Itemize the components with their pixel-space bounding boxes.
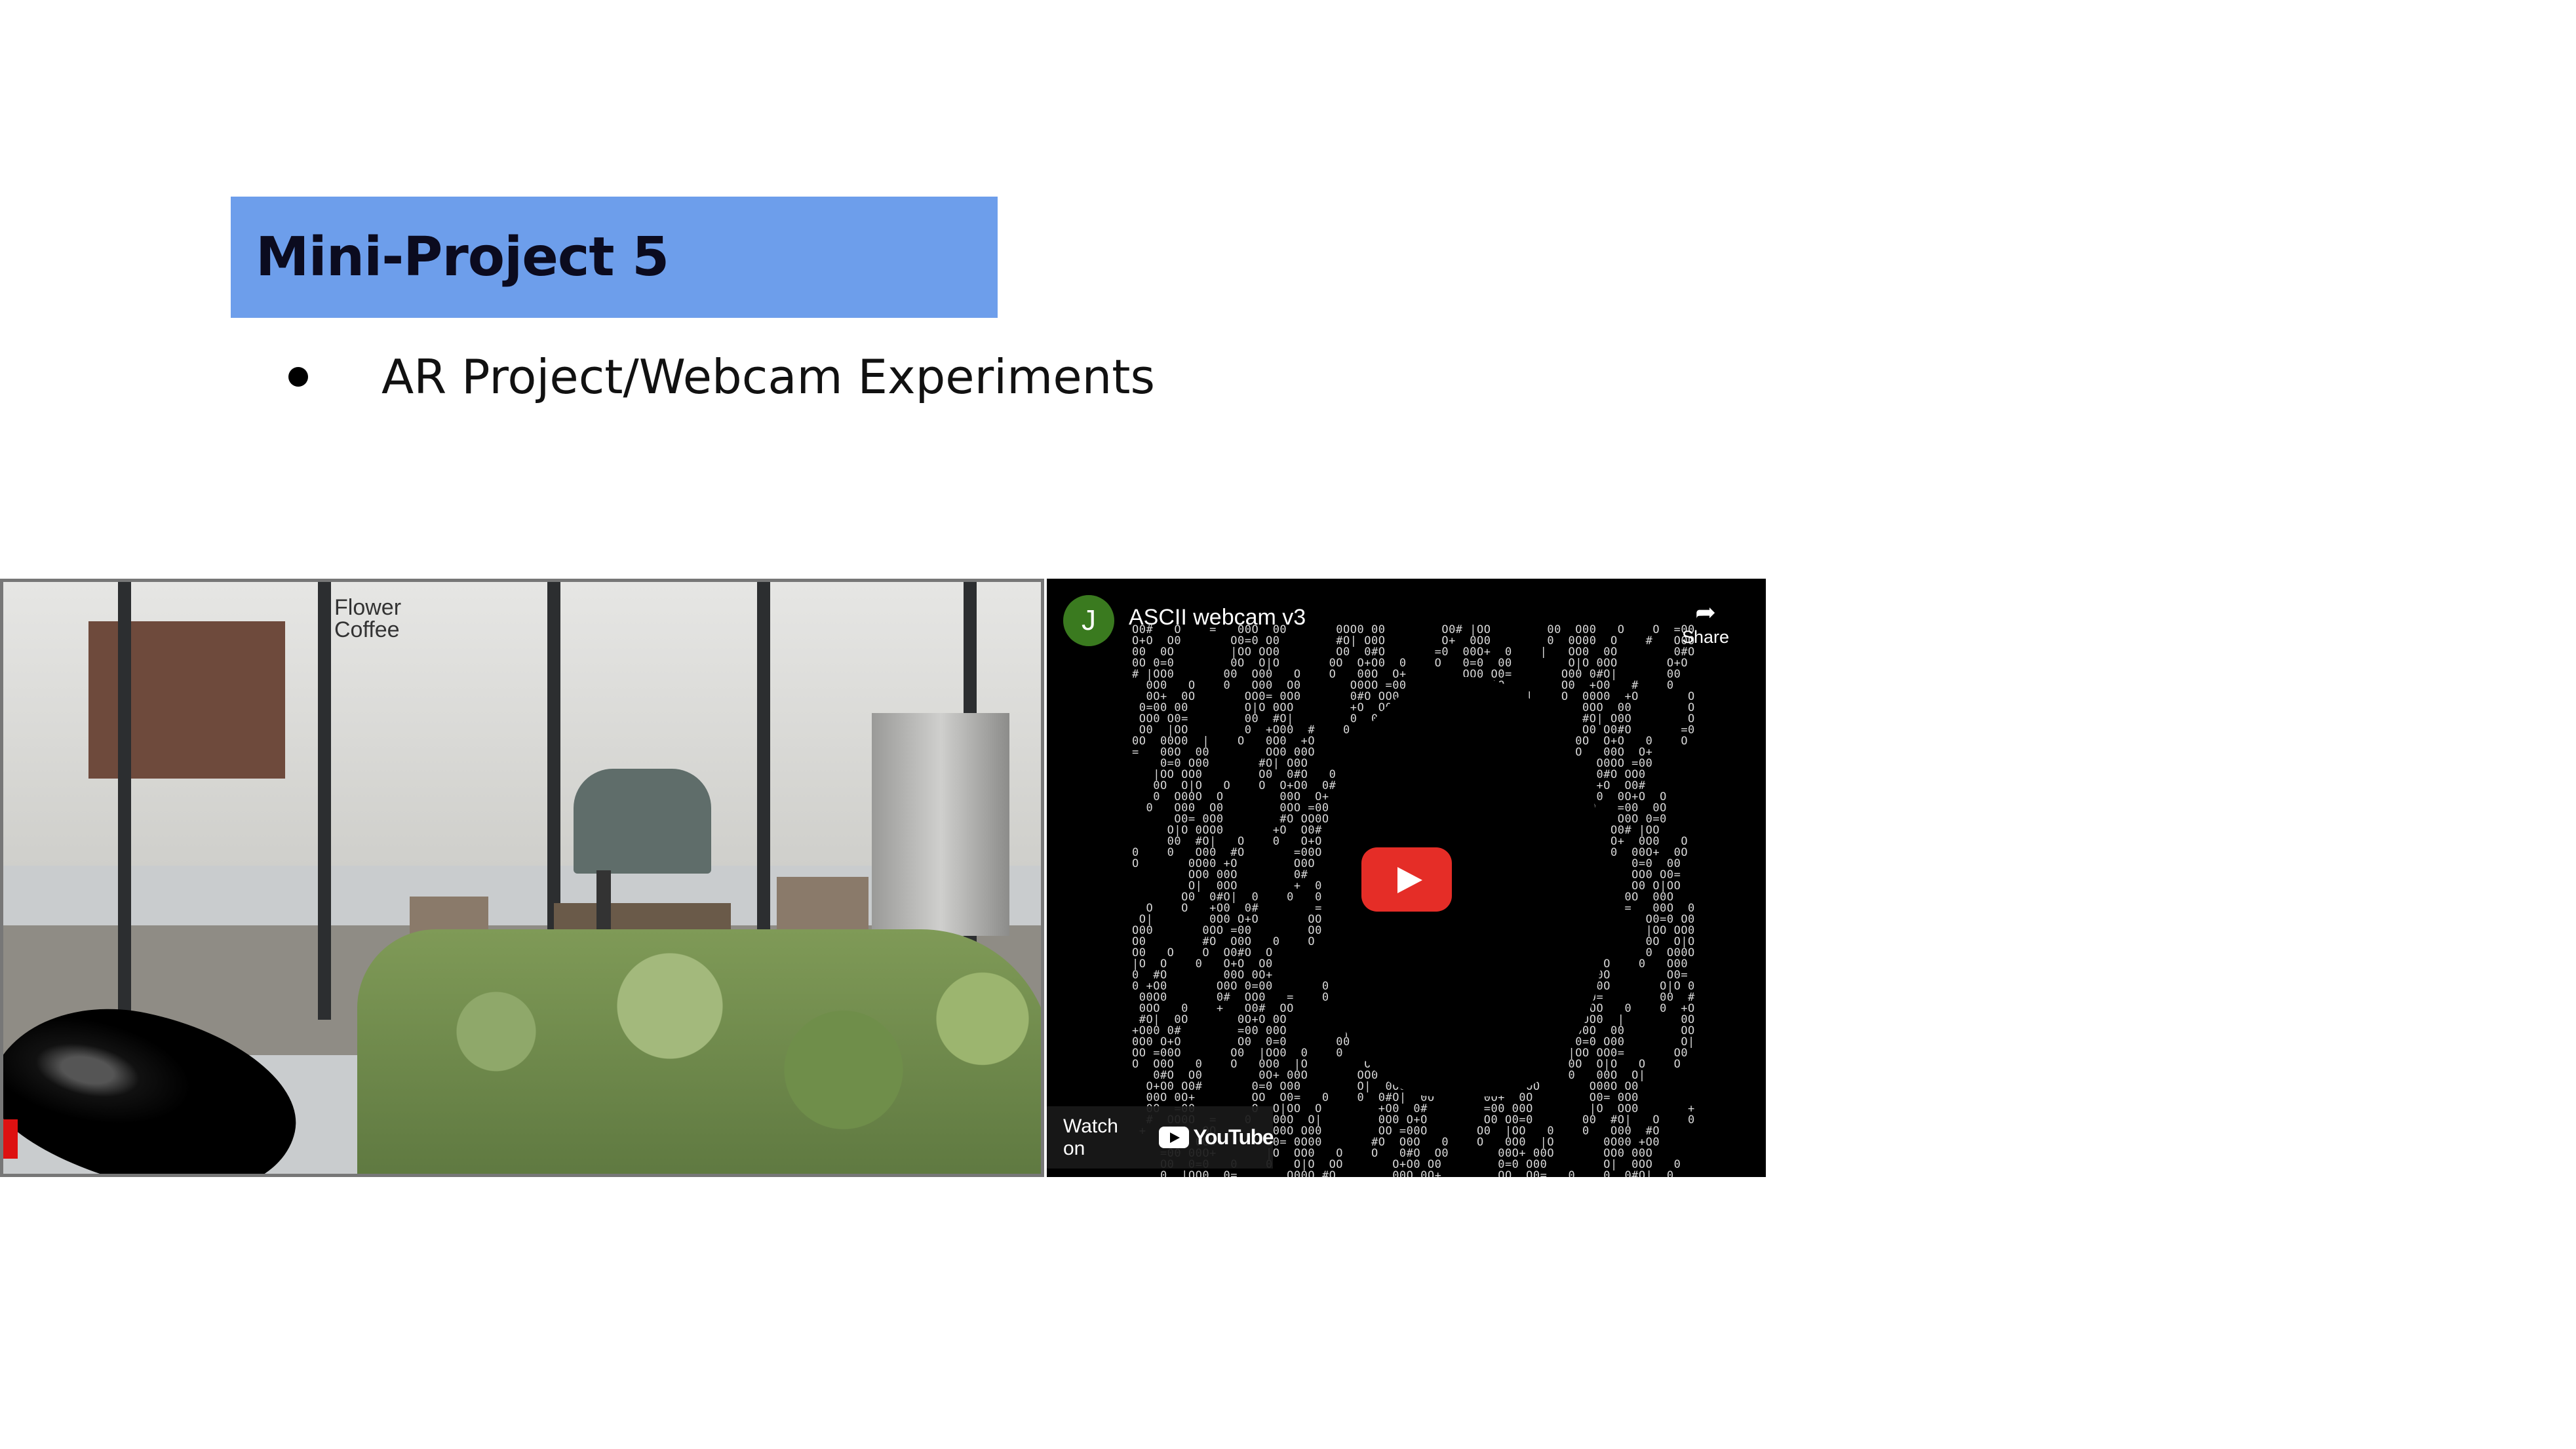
youtube-embed[interactable]: O0# O = 00O 00 0OO0 00 O0# |OO 00 O00 O … — [1047, 579, 1766, 1177]
slide-title-box: Mini-Project 5 — [231, 197, 998, 318]
share-label: Share — [1681, 627, 1730, 647]
channel-avatar[interactable]: J — [1063, 595, 1114, 646]
patio-table — [554, 903, 731, 929]
ar-project-image: Flower Coffee — [0, 579, 1044, 1177]
bullet-item: AR Project/Webcam Experiments — [288, 341, 1155, 413]
play-button[interactable] — [1361, 847, 1452, 912]
watch-on-youtube-button[interactable]: Watch on YouTube — [1047, 1106, 1274, 1169]
garden-plants — [357, 929, 1041, 1174]
slide-title: Mini-Project 5 — [256, 226, 669, 288]
bullet-text: AR Project/Webcam Experiments — [381, 349, 1155, 404]
share-icon: ➦ — [1695, 599, 1716, 627]
cafe-sign: Flower Coffee — [334, 595, 402, 642]
youtube-play-icon — [1159, 1127, 1190, 1148]
bullet-dot-icon — [288, 367, 308, 387]
red-marker — [3, 1119, 18, 1159]
mailbox — [574, 769, 711, 874]
window-frame — [118, 582, 131, 1020]
video-title[interactable]: ASCII webcam v3 — [1129, 605, 1306, 630]
share-button[interactable]: ➦ Share — [1676, 598, 1735, 647]
patio-chair — [777, 877, 868, 929]
youtube-logo-icon: YouTube — [1159, 1125, 1274, 1150]
youtube-brand: YouTube — [1193, 1125, 1274, 1149]
window-frame — [318, 582, 331, 1020]
stone-planter — [872, 713, 1009, 936]
watch-on-label: Watch on — [1063, 1115, 1118, 1159]
